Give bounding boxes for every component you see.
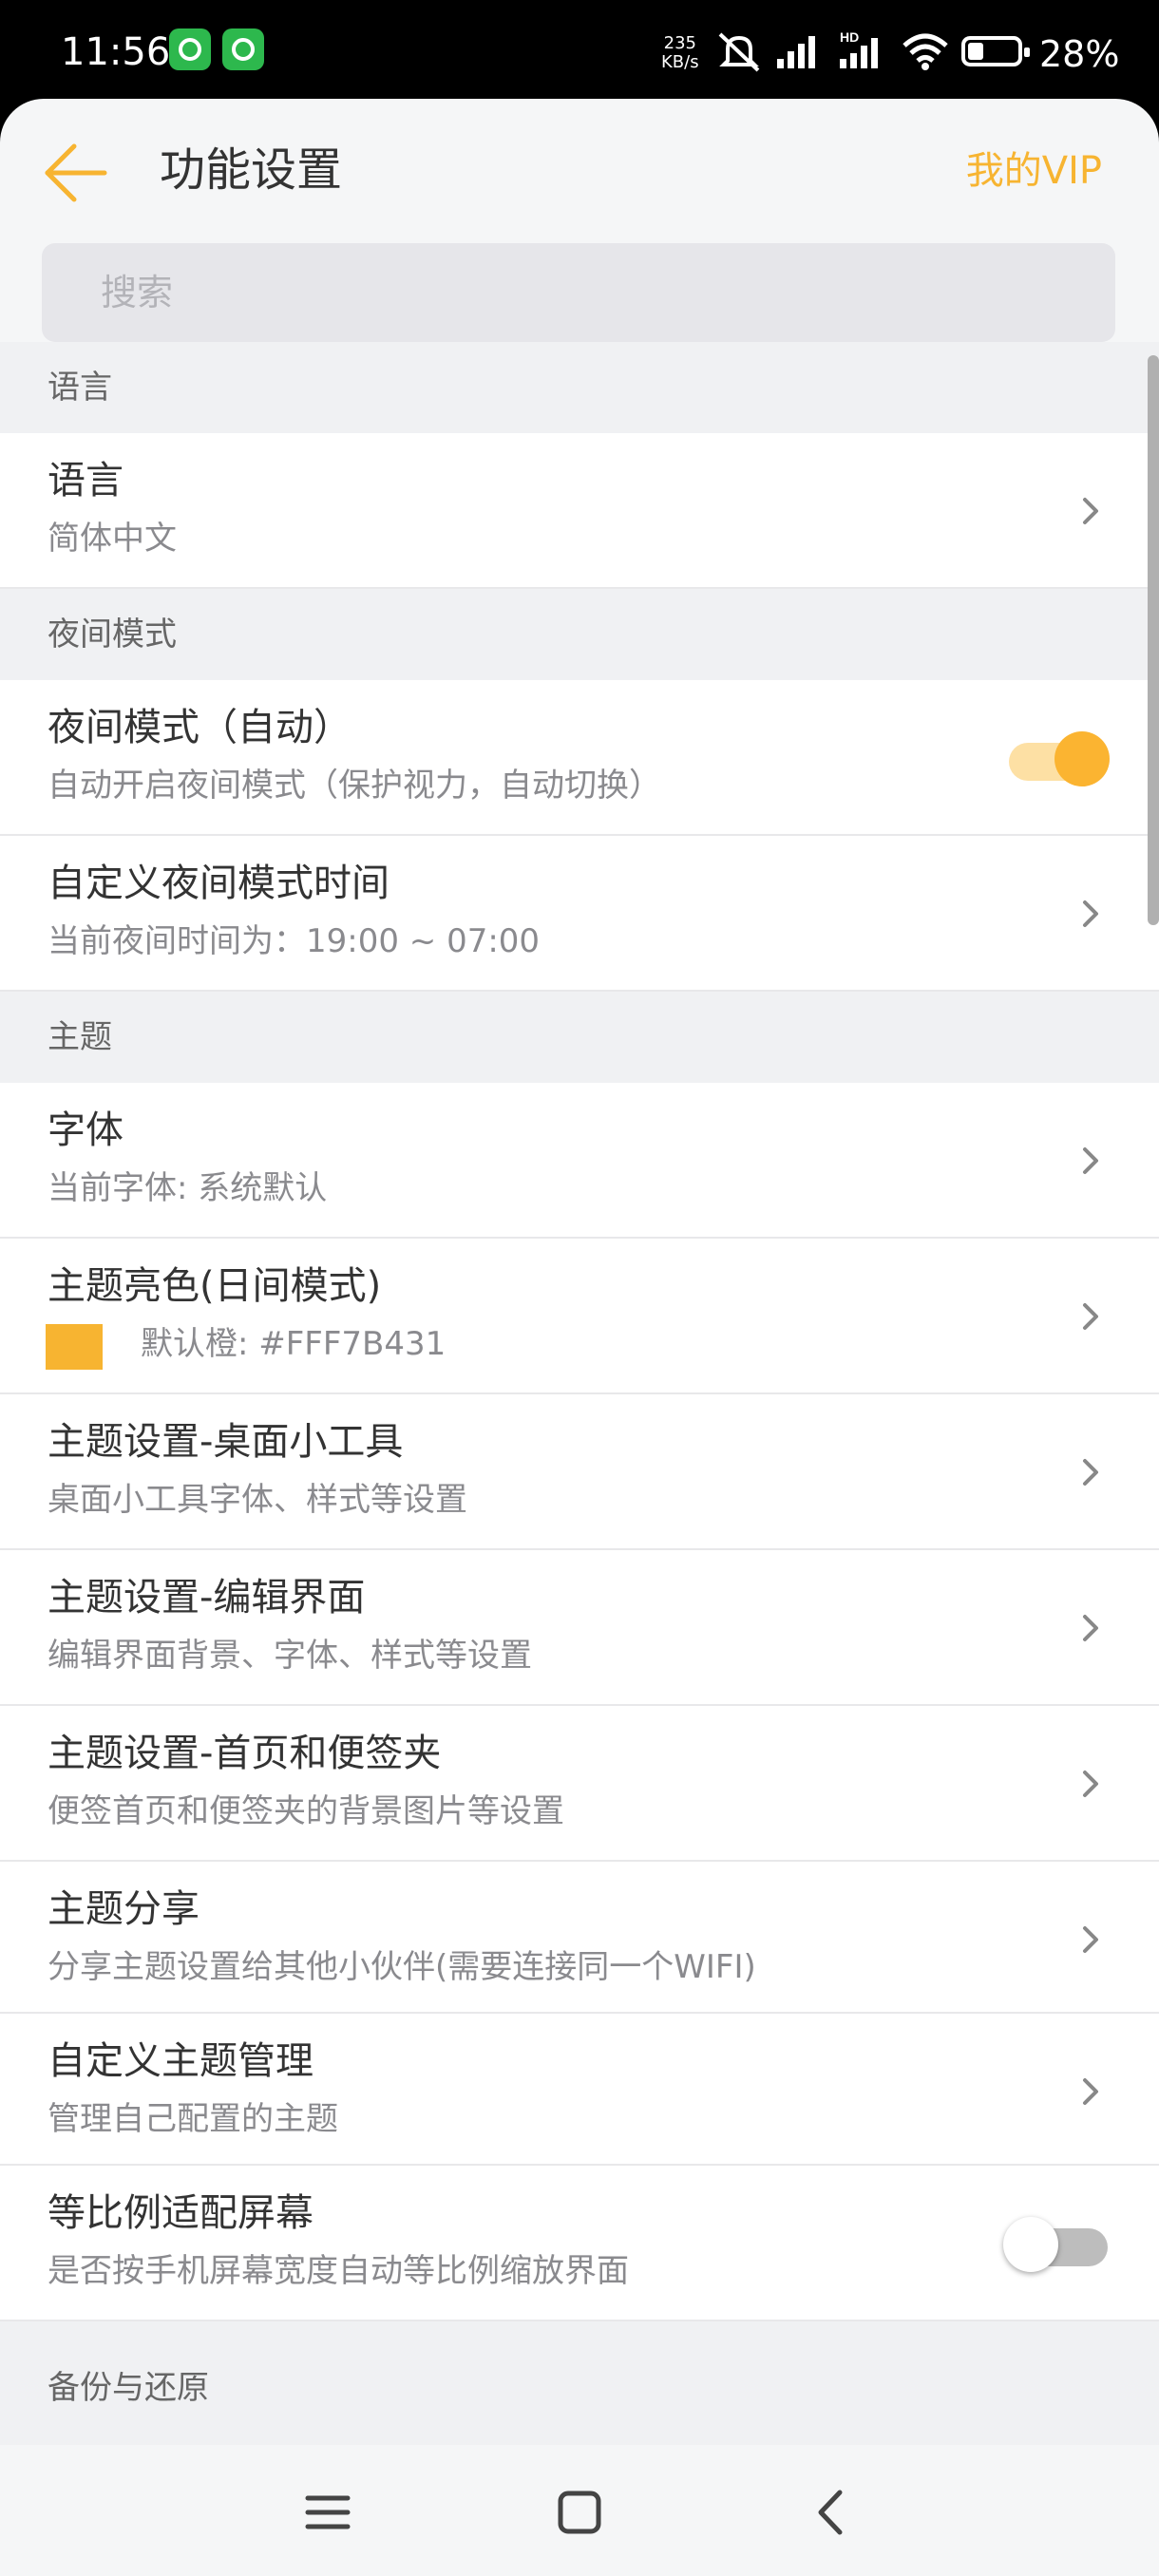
setting-title: 等比例适配屏幕: [48, 2191, 314, 2235]
setting-subtitle: 是否按手机屏幕宽度自动等比例缩放界面: [48, 2252, 629, 2290]
setting-theme-editor[interactable]: 主题设置-编辑界面 编辑界面背景、字体、样式等设置: [0, 1550, 1159, 1706]
setting-subtitle: 简体中文: [48, 520, 177, 558]
section-label: 主题: [48, 1018, 112, 1056]
section-header-backup: 备份与还原: [0, 2321, 1159, 2445]
setting-theme-color[interactable]: 主题亮色(日间模式) 默认橙: #FFF7B431: [0, 1239, 1159, 1394]
setting-title: 主题设置-首页和便签夹: [48, 1732, 442, 1775]
setting-title: 语言: [48, 459, 124, 502]
setting-theme-custom[interactable]: 自定义主题管理 管理自己配置的主题: [0, 2014, 1159, 2166]
color-swatch: [46, 1324, 103, 1370]
setting-title: 字体: [48, 1108, 124, 1152]
chevron-right-icon: [1083, 2078, 1098, 2105]
setting-subtitle: 当前夜间时间为：19:00 ~ 07:00: [48, 922, 541, 960]
section-header-night-mode: 夜间模式: [0, 589, 1159, 680]
setting-scale-fit[interactable]: 等比例适配屏幕 是否按手机屏幕宽度自动等比例缩放界面: [0, 2166, 1159, 2321]
chevron-right-icon: [1083, 1147, 1098, 1174]
back-chevron-icon[interactable]: [798, 2479, 864, 2546]
svg-text:HD: HD: [840, 29, 859, 45]
setting-theme-share[interactable]: 主题分享 分享主题设置给其他小伙伴(需要连接同一个WIFI): [0, 1862, 1159, 2014]
mute-icon: [718, 32, 760, 72]
signal-icon: [777, 36, 815, 68]
section-label: 语言: [48, 369, 112, 407]
scrollbar[interactable]: [1148, 355, 1159, 925]
section-header-theme: 主题: [0, 992, 1159, 1083]
setting-title: 主题分享: [48, 1887, 200, 1931]
net-speed: 235 KB/s: [661, 34, 699, 72]
setting-title: 自定义主题管理: [48, 2039, 314, 2083]
chevron-right-icon: [1083, 1615, 1098, 1641]
wechat-icon: [222, 28, 264, 70]
my-vip-link[interactable]: 我的VIP: [966, 141, 1102, 201]
setting-subtitle: 分享主题设置给其他小伙伴(需要连接同一个WIFI): [48, 1948, 756, 1986]
scale-fit-toggle[interactable]: [1003, 2217, 1110, 2272]
settings-list: 语言 语言 简体中文 夜间模式 夜间模式（自动） 自动开启夜间模式（保护视力，自…: [0, 342, 1159, 2445]
app-icon: [169, 28, 211, 70]
section-label: 夜间模式: [48, 616, 177, 653]
chevron-right-icon: [1083, 1926, 1098, 1953]
setting-subtitle: 编辑界面背景、字体、样式等设置: [48, 1637, 532, 1675]
setting-language[interactable]: 语言 简体中文: [0, 433, 1159, 589]
setting-night-mode-time[interactable]: 自定义夜间模式时间 当前夜间时间为：19:00 ~ 07:00: [0, 836, 1159, 992]
setting-subtitle: 便签首页和便签夹的背景图片等设置: [48, 1792, 564, 1830]
back-arrow-icon[interactable]: [38, 135, 114, 211]
system-nav-bar: [0, 2453, 1159, 2576]
setting-title: 主题亮色(日间模式): [48, 1264, 382, 1308]
search-input[interactable]: 搜索: [42, 243, 1115, 342]
chevron-right-icon: [1083, 1459, 1098, 1486]
battery-percent: 28%: [1039, 33, 1120, 75]
setting-theme-widget[interactable]: 主题设置-桌面小工具 桌面小工具字体、样式等设置: [0, 1394, 1159, 1550]
setting-title: 主题设置-编辑界面: [48, 1576, 366, 1619]
chevron-right-icon: [1083, 900, 1098, 927]
menu-icon[interactable]: [294, 2479, 361, 2546]
setting-theme-home[interactable]: 主题设置-首页和便签夹 便签首页和便签夹的背景图片等设置: [0, 1706, 1159, 1862]
settings-screen: 功能设置 我的VIP 搜索 语言 语言 简体中文 夜间模式 夜间模式（自动） 自…: [0, 99, 1159, 2576]
night-mode-toggle[interactable]: [1003, 731, 1110, 786]
page-title: 功能设置: [160, 143, 343, 197]
section-label: 备份与还原: [48, 2369, 209, 2407]
setting-title: 主题设置-桌面小工具: [48, 1420, 404, 1464]
net-speed-unit: KB/s: [661, 52, 699, 72]
chevron-right-icon: [1083, 1303, 1098, 1330]
battery-icon: [961, 36, 1030, 66]
setting-font[interactable]: 字体 当前字体: 系统默认: [0, 1083, 1159, 1239]
setting-subtitle: 默认橙: #FFF7B431: [141, 1325, 446, 1363]
top-bar: 功能设置 我的VIP: [0, 99, 1159, 232]
setting-title: 自定义夜间模式时间: [48, 862, 390, 905]
setting-night-mode-auto[interactable]: 夜间模式（自动） 自动开启夜间模式（保护视力，自动切换）: [0, 680, 1159, 836]
setting-subtitle: 当前字体: 系统默认: [48, 1169, 328, 1207]
setting-subtitle: 管理自己配置的主题: [48, 2100, 338, 2138]
chevron-right-icon: [1083, 498, 1098, 524]
home-square-icon[interactable]: [546, 2479, 613, 2546]
wifi-icon: [902, 33, 948, 70]
setting-subtitle: 桌面小工具字体、样式等设置: [48, 1481, 467, 1519]
chevron-right-icon: [1083, 1771, 1098, 1797]
net-speed-value: 235: [663, 33, 696, 53]
setting-subtitle: 自动开启夜间模式（保护视力，自动切换）: [48, 767, 661, 805]
status-bar: 11:56 235 KB/s HD 28%: [0, 0, 1159, 104]
section-header-language: 语言: [0, 342, 1159, 433]
status-time: 11:56: [61, 30, 171, 74]
signal-hd-icon: HD: [840, 29, 878, 68]
setting-title: 夜间模式（自动）: [48, 706, 352, 749]
